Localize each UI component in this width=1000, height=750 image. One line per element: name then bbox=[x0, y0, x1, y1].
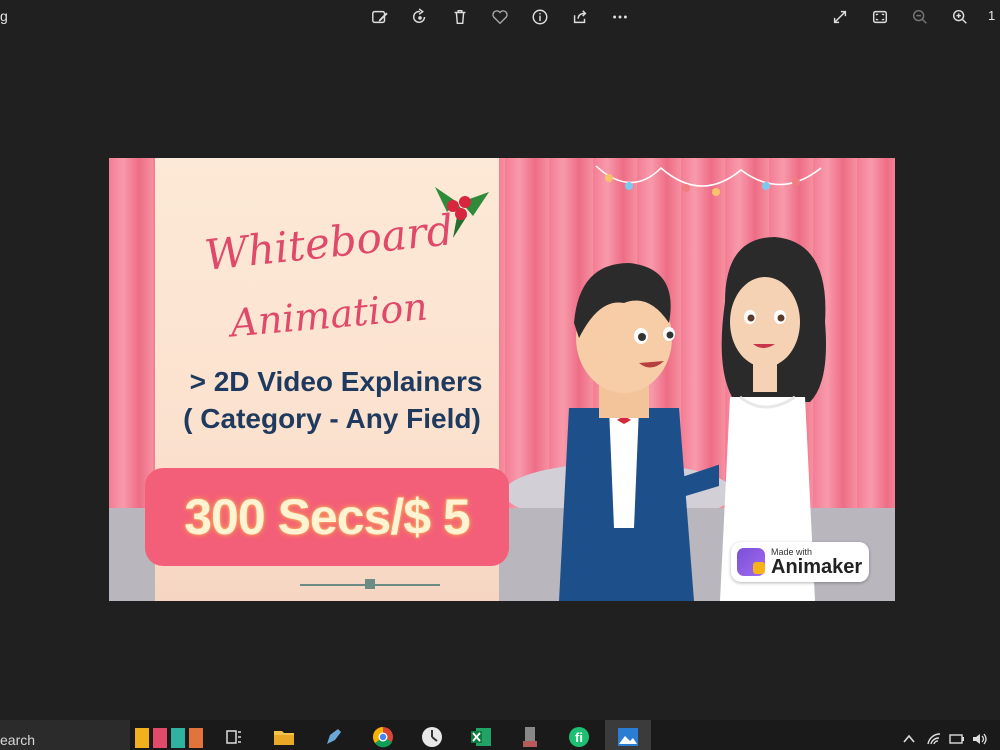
more-button[interactable] bbox=[607, 4, 633, 30]
volume-icon[interactable] bbox=[968, 728, 992, 750]
info-icon bbox=[532, 9, 548, 25]
device-app-icon[interactable] bbox=[518, 726, 542, 748]
animaker-badge: Made with Animaker bbox=[731, 542, 869, 582]
price-text: 300 Secs/$ 5 bbox=[184, 489, 470, 545]
pen-app-icon[interactable] bbox=[322, 726, 346, 748]
wifi-icon[interactable] bbox=[922, 728, 946, 750]
favorite-button[interactable] bbox=[487, 4, 513, 30]
photos-icon[interactable] bbox=[616, 726, 640, 748]
fit-window-button[interactable] bbox=[867, 4, 893, 30]
delete-icon bbox=[454, 9, 466, 25]
heart-icon bbox=[492, 10, 508, 25]
zoom-level: 1 bbox=[988, 8, 996, 23]
taskbar: earch fi bbox=[0, 720, 1000, 750]
groom-character bbox=[559, 263, 719, 601]
panel-divider-dot bbox=[365, 579, 375, 589]
window-title: g bbox=[0, 8, 8, 24]
zoom-in-button[interactable] bbox=[947, 4, 973, 30]
subtitle-line-2: ( Category - Any Field) bbox=[183, 403, 481, 434]
task-view-icon[interactable] bbox=[222, 726, 246, 748]
animaker-logo-icon bbox=[737, 548, 765, 576]
rotate-icon bbox=[412, 8, 426, 23]
fiverr-icon[interactable]: fi bbox=[567, 726, 591, 748]
file-explorer-icon[interactable] bbox=[272, 726, 296, 748]
more-icon bbox=[613, 15, 627, 19]
edit-image-icon bbox=[372, 10, 388, 24]
zoom-out-icon bbox=[912, 9, 927, 24]
zoom-in-icon bbox=[952, 9, 967, 24]
badge-animaker: Animaker bbox=[771, 555, 863, 578]
string-lights bbox=[595, 165, 822, 196]
svg-text:fi: fi bbox=[575, 730, 583, 745]
rotate-button[interactable] bbox=[407, 4, 433, 30]
info-button[interactable] bbox=[527, 4, 553, 30]
chevron-up-icon[interactable] bbox=[897, 728, 921, 750]
fit-window-icon bbox=[872, 10, 888, 24]
expand-icon bbox=[833, 10, 847, 24]
delete-button[interactable] bbox=[447, 4, 473, 30]
viewer-title-bar: g 1 bbox=[0, 0, 1000, 34]
share-button[interactable] bbox=[567, 4, 593, 30]
zoom-out-button[interactable] bbox=[907, 4, 933, 30]
excel-icon[interactable] bbox=[469, 726, 493, 748]
network-icon[interactable] bbox=[945, 728, 969, 750]
search-highlight-icon[interactable] bbox=[135, 726, 207, 748]
price-box: 300 Secs/$ 5 bbox=[145, 468, 509, 566]
clock-app-icon[interactable] bbox=[420, 726, 444, 748]
taskbar-search-box[interactable]: earch bbox=[0, 720, 130, 750]
fullscreen-button[interactable] bbox=[827, 4, 853, 30]
chrome-icon[interactable] bbox=[371, 726, 395, 748]
subtitle-line-1: > 2D Video Explainers bbox=[189, 366, 483, 397]
edit-image-button[interactable] bbox=[367, 4, 393, 30]
share-icon bbox=[573, 10, 587, 24]
displayed-image[interactable]: Whiteboard Animation > 2D Video Explaine… bbox=[109, 158, 895, 601]
search-placeholder: earch bbox=[0, 732, 36, 748]
